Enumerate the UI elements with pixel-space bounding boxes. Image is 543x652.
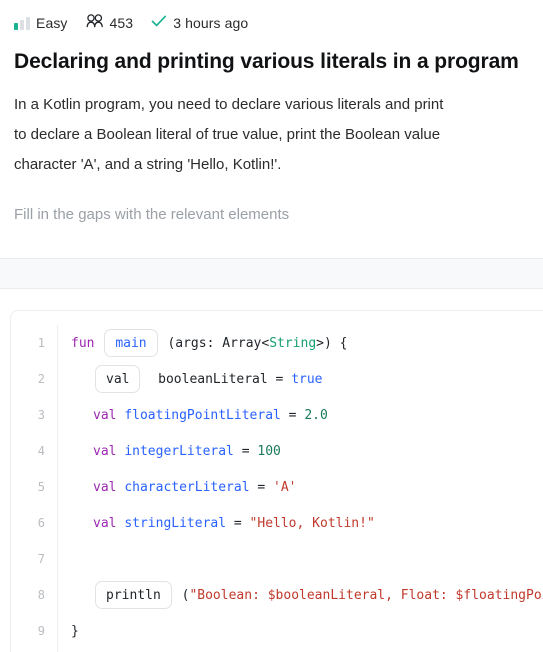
- solved-status: 3 hours ago: [151, 14, 248, 33]
- difficulty-indicator: Easy: [14, 15, 68, 31]
- code-line: 4 val integerLiteral = 100: [11, 433, 543, 469]
- code-line-content: val floatingPointLiteral = 2.0: [57, 408, 328, 423]
- code-gap-input[interactable]: val: [95, 365, 141, 393]
- code-token: }: [71, 623, 79, 639]
- timestamp-label: 3 hours ago: [173, 15, 249, 31]
- code-line: 9}: [11, 613, 543, 649]
- difficulty-bars-icon: [14, 16, 30, 30]
- line-number: 2: [37, 372, 45, 386]
- code-line: 1 fun main (args: Array< String >) {: [11, 325, 543, 361]
- line-number: 9: [37, 624, 45, 638]
- solvers-indicator: 453: [86, 13, 134, 33]
- description-line-3: character 'A', and a string 'Hello, Kotl…: [14, 156, 282, 173]
- code-token: 2.0: [304, 407, 328, 423]
- code-line: 7: [11, 541, 543, 577]
- code-lines-container: 1 fun main (args: Array< String >) { 2 val bo…: [11, 325, 543, 649]
- code-token: true: [291, 371, 323, 387]
- problem-description: In a Kotlin program, you need to declare…: [14, 90, 543, 180]
- code-token: val: [93, 407, 125, 423]
- code-token: (args: Array<: [159, 335, 270, 351]
- code-token: =: [226, 515, 250, 531]
- line-number: 7: [37, 552, 45, 566]
- code-line-content: }: [57, 624, 79, 639]
- code-token: >) {: [316, 335, 348, 351]
- description-line-1: In a Kotlin program, you need to declare…: [14, 96, 444, 113]
- code-line: 2 val booleanLiteral = true: [11, 361, 543, 397]
- line-number: 8: [37, 588, 45, 602]
- code-token: 'A': [273, 479, 297, 495]
- code-token: =: [233, 443, 258, 459]
- description-line-2: to declare a Boolean literal of true val…: [14, 126, 441, 143]
- code-line-content: fun main (args: Array< String >) {: [57, 329, 347, 357]
- line-number: 6: [37, 516, 45, 530]
- code-token: fun: [71, 335, 103, 351]
- code-token: 100: [257, 443, 281, 459]
- section-divider-band: [0, 258, 543, 289]
- code-line: 6 val stringLiteral = "Hello, Kotlin!": [11, 505, 543, 541]
- code-line: 3 val floatingPointLiteral = 2.0: [11, 397, 543, 433]
- line-number: 3: [37, 408, 45, 422]
- code-editor-card: 1 fun main (args: Array< String >) { 2 val bo…: [10, 310, 543, 652]
- line-number: 5: [37, 480, 45, 494]
- code-token: val: [93, 479, 125, 495]
- code-gap-input[interactable]: main: [104, 329, 158, 357]
- line-number: 1: [37, 336, 45, 350]
- page-title: Declaring and printing various literals …: [14, 50, 519, 73]
- code-token: =: [280, 407, 305, 423]
- code-token: "Boolean: $booleanLiteral, Float: $float…: [189, 587, 543, 603]
- code-line: 8 println ("Boolean: $booleanLiteral, Flo…: [11, 577, 543, 613]
- check-icon: [151, 14, 167, 33]
- people-icon: [86, 13, 104, 33]
- code-line-content: val stringLiteral = "Hello, Kotlin!": [57, 516, 375, 531]
- difficulty-label: Easy: [36, 15, 68, 31]
- task-hint: Fill in the gaps with the relevant eleme…: [14, 206, 290, 223]
- code-token: booleanLiteral =: [142, 371, 292, 387]
- code-line-content: val booleanLiteral = true: [57, 365, 323, 393]
- solvers-count: 453: [109, 15, 134, 31]
- code-token: String: [269, 335, 317, 351]
- code-token: characterLiteral: [124, 479, 250, 495]
- problem-meta-row: Easy 453 3 hours ago: [0, 0, 543, 34]
- line-number: 4: [37, 444, 45, 458]
- code-token: (: [173, 587, 190, 603]
- code-line-content: val integerLiteral = 100: [57, 444, 281, 459]
- code-gap-input[interactable]: println: [95, 581, 172, 609]
- code-token: val: [93, 443, 125, 459]
- code-token: floatingPointLiteral: [124, 407, 281, 423]
- code-token: integerLiteral: [124, 443, 234, 459]
- code-line-content: val characterLiteral = 'A': [57, 480, 297, 495]
- problem-page: Easy 453 3 hours ago Declaring and print…: [0, 0, 543, 652]
- code-token: =: [249, 479, 274, 495]
- code-token: "Hello, Kotlin!": [249, 515, 375, 531]
- code-token: val: [93, 515, 125, 531]
- code-line-content: println ("Boolean: $booleanLiteral, Floa…: [57, 581, 543, 609]
- code-line: 5 val characterLiteral = 'A': [11, 469, 543, 505]
- code-token: stringLiteral: [124, 515, 227, 531]
